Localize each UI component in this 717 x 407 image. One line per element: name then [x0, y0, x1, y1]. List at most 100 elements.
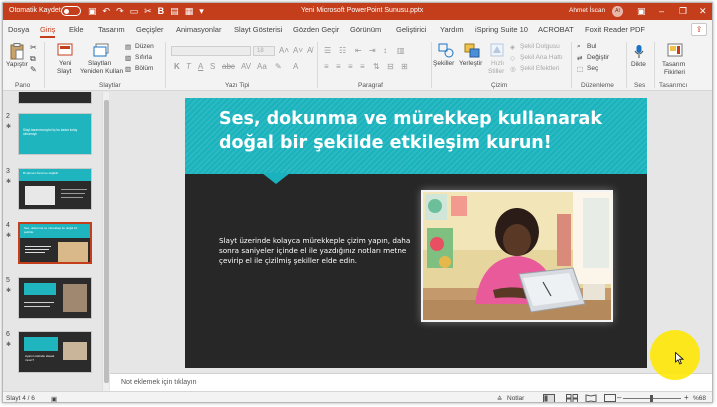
- design-ideas-label-2[interactable]: Fikirleri: [664, 69, 685, 76]
- scrollbar-thumb[interactable]: [104, 100, 109, 383]
- restore-icon[interactable]: ❐: [679, 5, 687, 17]
- slide-body-text[interactable]: Slayt üzerinde kolayca mürekkeple çizim …: [219, 236, 419, 266]
- find-button[interactable]: Bul: [587, 43, 596, 50]
- columns-icon[interactable]: ▥: [397, 46, 405, 55]
- tab-slayt-gosterisi[interactable]: Slayt Gösterisi: [234, 25, 282, 34]
- quick-styles-label-2[interactable]: Stiller: [488, 68, 504, 75]
- tab-giris[interactable]: Giriş: [40, 25, 56, 38]
- bold-icon[interactable]: K: [174, 62, 180, 71]
- align-right-icon[interactable]: ≡: [348, 62, 353, 71]
- shape-fill-button[interactable]: Şekil Dolgusu: [520, 43, 560, 50]
- arrange-icon[interactable]: [464, 43, 480, 58]
- align-text-icon[interactable]: ⊟: [387, 62, 394, 71]
- share-icon[interactable]: ⇪: [691, 23, 707, 36]
- user-name[interactable]: Ahmet İscan: [569, 7, 605, 14]
- shapes-button[interactable]: Şekiller: [433, 60, 454, 67]
- thumbnail-scrollbar[interactable]: [102, 92, 109, 391]
- select-button[interactable]: Seç: [587, 65, 598, 72]
- slide-thumbnail[interactable]: Bi şikmes Rezerve değildir: [18, 168, 92, 210]
- text-direction-icon[interactable]: ⇅: [373, 62, 380, 71]
- reuse-slides-icon[interactable]: [93, 43, 109, 57]
- slide-thumbnail[interactable]: [18, 277, 92, 319]
- font-size-dropdown[interactable]: 18: [253, 46, 275, 56]
- avatar[interactable]: AI: [612, 6, 623, 17]
- tab-acrobat[interactable]: ACROBAT: [538, 25, 574, 34]
- align-left-icon[interactable]: ≡: [324, 62, 329, 71]
- slide-thumbnail[interactable]: Slayt tasarımcısıyla hiç bu kadar kolay …: [18, 113, 92, 155]
- shrink-font-icon[interactable]: A˅: [293, 46, 303, 55]
- zoom-out-icon[interactable]: –: [617, 393, 621, 402]
- strikethrough-icon[interactable]: abc: [222, 62, 235, 71]
- shape-effects-icon[interactable]: ◎: [510, 65, 516, 73]
- bold-icon[interactable]: B: [158, 5, 165, 17]
- shape-outline-icon[interactable]: ◇: [510, 54, 515, 62]
- underline-icon[interactable]: A: [198, 62, 203, 71]
- tab-yardim[interactable]: Yardım: [440, 25, 464, 34]
- shape-fill-icon[interactable]: ◈: [510, 43, 515, 51]
- slideshow-icon[interactable]: [604, 394, 616, 403]
- customize-qat-icon[interactable]: ▾: [199, 5, 204, 17]
- slide-title[interactable]: Ses, dokunma ve mürekkep kullanarak doğa…: [219, 107, 639, 155]
- reuse-slides-label-2[interactable]: Yeniden Kullan: [80, 68, 123, 75]
- shapes-icon[interactable]: [438, 43, 454, 58]
- reset-icon[interactable]: ▧: [125, 54, 131, 62]
- tab-ekle[interactable]: Ekle: [69, 25, 84, 34]
- undo-icon[interactable]: ↶: [103, 5, 111, 17]
- justify-icon[interactable]: ≡: [360, 62, 365, 71]
- notes-icon[interactable]: ≙: [497, 395, 502, 402]
- new-slide-label-1[interactable]: Yeni: [59, 60, 71, 67]
- tab-animasyonlar[interactable]: Animasyonlar: [176, 25, 221, 34]
- tab-gozden-gecir[interactable]: Gözden Geçir: [293, 25, 339, 34]
- tab-gelistirici[interactable]: Geliştirici: [396, 25, 426, 34]
- new-file-icon[interactable]: ▤: [170, 5, 179, 17]
- microphone-icon[interactable]: [634, 44, 644, 59]
- paste-icon[interactable]: [10, 43, 24, 60]
- replace-icon[interactable]: ⇄: [577, 54, 582, 62]
- ribbon-display-icon[interactable]: ▣: [637, 5, 646, 17]
- tab-ispring[interactable]: iSpring Suite 10: [475, 25, 528, 34]
- quick-styles-icon[interactable]: [490, 43, 504, 57]
- slide-thumbnail[interactable]: [18, 92, 92, 104]
- font-color-icon[interactable]: A: [293, 62, 298, 71]
- open-folder-icon[interactable]: ▦: [185, 5, 194, 17]
- bullets-icon[interactable]: ☰: [324, 46, 331, 55]
- quick-styles-label-1[interactable]: Hızlı: [491, 60, 504, 67]
- numbering-icon[interactable]: ☷: [339, 46, 346, 55]
- cut-button-icon[interactable]: ✂: [30, 43, 37, 52]
- shadow-icon[interactable]: S: [210, 62, 215, 71]
- tab-tasarim[interactable]: Tasarım: [98, 25, 125, 34]
- replace-button[interactable]: Değiştir: [587, 54, 609, 61]
- section-button[interactable]: Bölüm: [135, 65, 153, 72]
- save-icon[interactable]: ▣: [88, 5, 97, 17]
- shape-effects-button[interactable]: Şekil Efektleri: [520, 65, 559, 72]
- current-slide[interactable]: Ses, dokunma ve mürekkep kullanarak doğa…: [185, 98, 647, 368]
- align-center-icon[interactable]: ≡: [336, 62, 341, 71]
- increase-indent-icon[interactable]: ⇥: [369, 46, 376, 55]
- notes-pane[interactable]: Not eklemek için tıklayın: [110, 373, 712, 391]
- design-ideas-label-1[interactable]: Tasarım: [662, 61, 685, 68]
- shape-outline-button[interactable]: Şekil Ana Hattı: [520, 54, 563, 61]
- slide-photo[interactable]: [421, 190, 613, 322]
- normal-view-icon[interactable]: [543, 394, 555, 403]
- slide-sorter-icon[interactable]: [566, 394, 578, 403]
- paste-button[interactable]: Yapıştır: [6, 61, 28, 68]
- tab-dosya[interactable]: Dosya: [8, 25, 29, 34]
- line-spacing-icon[interactable]: ↕: [383, 46, 387, 55]
- highlight-icon[interactable]: ✎: [275, 62, 282, 71]
- design-ideas-icon[interactable]: [667, 43, 683, 58]
- new-slide-label-2[interactable]: Slayt: [57, 68, 71, 75]
- redo-icon[interactable]: ↷: [116, 5, 124, 17]
- notes-placeholder[interactable]: Not eklemek için tıklayın: [121, 379, 196, 386]
- notes-button[interactable]: Notlar: [507, 395, 524, 402]
- zoom-slider-knob[interactable]: [650, 395, 653, 402]
- tab-gecisler[interactable]: Geçişler: [136, 25, 164, 34]
- layout-button[interactable]: Düzen: [135, 43, 154, 50]
- new-slide-icon[interactable]: [57, 43, 73, 57]
- section-icon[interactable]: ▥: [125, 65, 131, 73]
- close-icon[interactable]: ✕: [699, 5, 707, 17]
- font-name-dropdown[interactable]: [171, 46, 251, 56]
- clear-format-icon[interactable]: A̸: [307, 46, 312, 55]
- zoom-in-icon[interactable]: +: [684, 393, 689, 402]
- find-icon[interactable]: ⌕: [577, 43, 581, 51]
- tab-gorunum[interactable]: Görünüm: [350, 25, 381, 34]
